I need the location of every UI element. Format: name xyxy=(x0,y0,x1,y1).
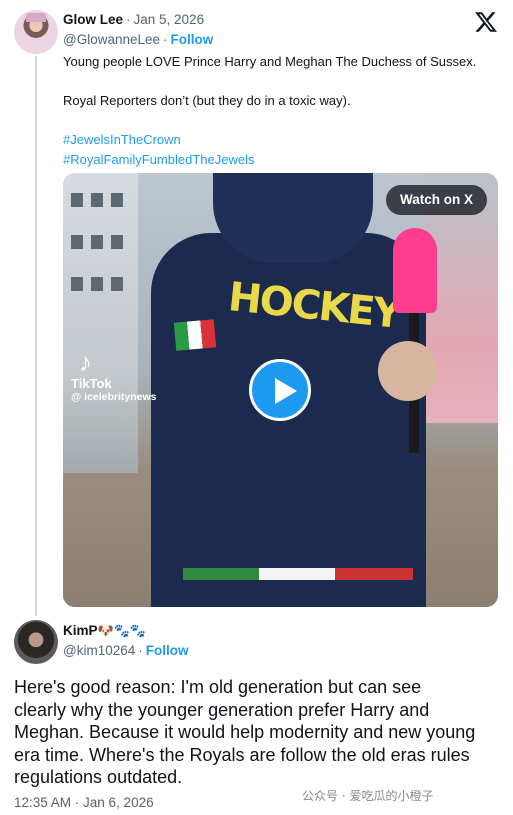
handle-row: @GlowanneLee · Follow xyxy=(63,32,214,47)
follow-button[interactable]: Follow xyxy=(146,643,189,658)
watch-on-x-button[interactable]: Watch on X xyxy=(386,185,487,215)
user-handle[interactable]: @GlowanneLee xyxy=(63,32,160,47)
tweet-text-line: Meghan. Because it would help modernity … xyxy=(14,722,476,742)
display-name[interactable]: Glow Lee xyxy=(63,12,123,27)
watermark: 公众号 · 爱吃瓜的小橙子 xyxy=(302,789,434,803)
tiktok-icon: ♪ xyxy=(79,347,92,377)
play-icon[interactable] xyxy=(249,359,311,421)
name-emoji: 🐶🐾🐾 xyxy=(97,624,147,639)
follow-button[interactable]: Follow xyxy=(171,32,214,47)
thread-line xyxy=(35,56,37,616)
tweet-text-line: Here's good reason: I'm old generation b… xyxy=(14,677,422,697)
tweet-timestamp[interactable]: 12:35 AM · Jan 6, 2026 xyxy=(14,795,154,810)
tweet-text-line: regulations outdated. xyxy=(14,767,183,787)
video-player[interactable]: HOCKEY Watch on X ♪ TikTok @ icelebrityn… xyxy=(63,173,498,607)
hashtag-link[interactable]: #JewelsInTheCrown xyxy=(63,130,503,150)
tweet-text-line: clearly why the younger generation prefe… xyxy=(14,699,430,720)
handle-row: @kim10264 · Follow xyxy=(63,643,189,658)
avatar[interactable] xyxy=(14,620,58,664)
tweet-header: KimP🐶🐾🐾 xyxy=(63,623,146,639)
flag-patch xyxy=(173,319,217,351)
microphone xyxy=(393,228,437,313)
tweet-text: Young people LOVE Prince Harry and Megha… xyxy=(63,52,503,169)
x-logo-icon[interactable] xyxy=(474,10,498,34)
tweet-text-line: Young people LOVE Prince Harry and Megha… xyxy=(63,54,477,69)
tweet-text-line: era time. Where's the Royals are follow … xyxy=(14,744,470,765)
display-name[interactable]: KimP xyxy=(63,623,98,638)
hashtag-link[interactable]: #RoyalFamilyFumbledTheJewels xyxy=(63,150,503,170)
tweet-text: Here's good reason: I'm old generation b… xyxy=(14,676,504,789)
user-handle[interactable]: @kim10264 xyxy=(63,643,135,658)
tweet-header: Glow Lee · Jan 5, 2026 xyxy=(63,12,205,27)
tweet-text-line: Royal Reporters don’t (but they do in a … xyxy=(63,93,351,108)
tiktok-watermark: ♪ TikTok @ icelebritynews xyxy=(71,347,157,403)
tweet-date[interactable]: Jan 5, 2026 xyxy=(134,12,205,27)
video-background xyxy=(63,173,138,503)
avatar[interactable] xyxy=(14,10,58,54)
